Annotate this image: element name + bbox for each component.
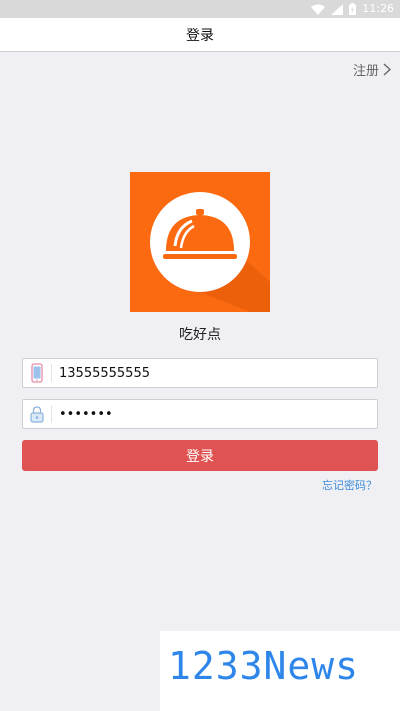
watermark: 1233News — [160, 631, 400, 711]
login-button[interactable]: 登录 — [22, 440, 378, 471]
status-icons: 11:26 — [311, 2, 394, 16]
watermark-text: 1233News — [168, 644, 360, 688]
phone-field — [22, 358, 378, 388]
password-field — [22, 399, 378, 429]
phone-input[interactable] — [59, 359, 359, 387]
password-input[interactable] — [59, 400, 359, 428]
chevron-right-icon — [383, 62, 391, 76]
forgot-password-link[interactable]: 忘记密码？ — [322, 477, 377, 493]
signal-icon — [331, 3, 344, 15]
register-link[interactable]: 注册 — [352, 60, 391, 79]
status-time: 11:26 — [362, 2, 394, 15]
app-logo — [130, 172, 270, 312]
field-separator — [51, 364, 52, 382]
title-bar: 登录 — [0, 18, 400, 52]
app-name: 吃好点 — [179, 327, 221, 343]
phone-icon — [31, 363, 43, 383]
register-label: 注册 — [352, 63, 379, 79]
field-separator — [51, 405, 52, 423]
status-bar: 11:26 — [0, 0, 400, 18]
cloche-icon — [150, 192, 270, 312]
lock-icon — [30, 406, 44, 423]
page-title: 登录 — [186, 27, 214, 44]
wifi-icon — [311, 4, 326, 15]
battery-icon — [349, 3, 357, 15]
